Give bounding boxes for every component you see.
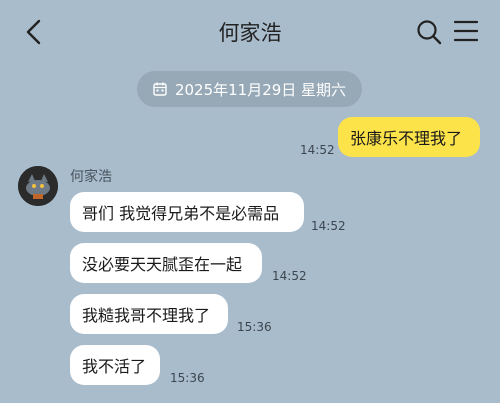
hamburger-menu-icon[interactable] — [454, 20, 478, 42]
message-text: 没必要天天腻歪在一起 — [82, 255, 243, 274]
message-text: 我糙我哥不理我了 — [82, 306, 211, 325]
message-text: 我不活了 — [82, 357, 147, 376]
calendar-icon — [153, 82, 167, 96]
sender-name: 何家浩 — [70, 169, 112, 185]
message-bubble-incoming[interactable]: 我不活了 — [70, 345, 160, 385]
message-bubble-incoming[interactable]: 没必要天天腻歪在一起 — [70, 243, 262, 283]
date-text: 2025年11月29日 星期六 — [174, 80, 347, 99]
message-bubble-incoming[interactable]: 哥们 我觉得兄弟不是必需品 — [70, 192, 304, 232]
message-time: 14:52 — [300, 143, 335, 157]
top-bar: 何家浩 — [0, 0, 500, 64]
date-divider: 2025年11月29日 星期六 — [137, 71, 362, 107]
search-icon[interactable] — [416, 19, 442, 45]
message-time: 14:52 — [311, 219, 346, 233]
cat-avatar-icon — [18, 166, 58, 206]
message-time: 15:36 — [170, 371, 205, 385]
avatar[interactable] — [18, 166, 58, 206]
message-bubble-incoming[interactable]: 我糙我哥不理我了 — [70, 294, 228, 334]
message-text: 张康乐不理我了 — [350, 129, 463, 148]
message-text: 哥们 我觉得兄弟不是必需品 — [82, 204, 280, 223]
message-time: 15:36 — [237, 320, 272, 334]
message-bubble-outgoing[interactable]: 张康乐不理我了 — [338, 117, 480, 157]
message-time: 14:52 — [272, 269, 307, 283]
